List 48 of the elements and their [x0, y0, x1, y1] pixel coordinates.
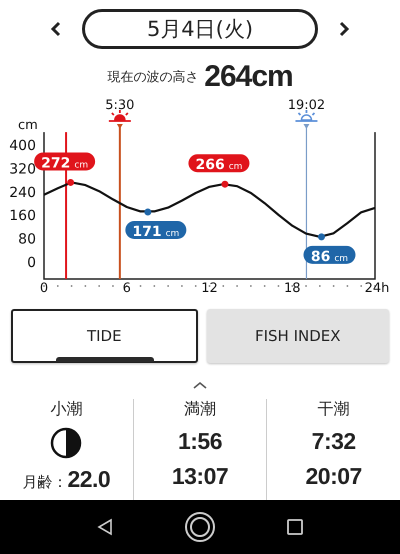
x-tick-label: 18 [284, 280, 301, 296]
y-tick-label: 320 [9, 161, 36, 178]
x-tick-label: 6 [122, 280, 131, 296]
previous-day-icon[interactable] [50, 21, 62, 37]
tide-point [318, 233, 325, 240]
tide-point [144, 208, 152, 216]
sunrise-icon [108, 109, 132, 122]
moon-phase-icon [49, 426, 84, 460]
tide-time: 20:07 [306, 463, 362, 490]
y-tick-label: 400 [9, 138, 36, 154]
next-day-icon[interactable] [338, 21, 350, 37]
x-tick-label: 12 [201, 280, 218, 296]
tide-time: 13:07 [172, 463, 228, 490]
tide-time: 1:56 [178, 428, 222, 455]
annotation: 272 cm [41, 155, 88, 172]
moon-age-value: 22.0 [67, 466, 110, 493]
y-tick-label: 0 [27, 255, 36, 271]
tide-point [221, 180, 228, 188]
x-tick-label: 0 [40, 280, 48, 296]
tide-height-badge: 86 cm [304, 246, 356, 265]
tab[interactable]: FISH INDEX [206, 309, 389, 363]
y-tick-label: 240 [9, 184, 36, 201]
column-title: 満潮 [184, 399, 216, 420]
y-tick-label: 80 [18, 232, 36, 248]
annotation: 86 cm [310, 248, 348, 265]
tide-height-badge: 266 cm [188, 154, 250, 174]
recent-apps-icon[interactable] [285, 517, 306, 537]
sunrise-time: 5:30 [105, 98, 134, 113]
tab[interactable]: TIDE [11, 309, 198, 363]
tide-point [67, 178, 74, 186]
wave-height-label: 現在の波の高さ [107, 69, 198, 86]
tide-height-badge: 272 cm [34, 152, 96, 172]
tide-time: 7:32 [312, 428, 356, 455]
column-title: 干潮 [318, 399, 350, 420]
annotation: 266 cm [195, 157, 242, 174]
wave-height-value: 264cm [204, 60, 293, 94]
y-tick-label: 160 [9, 208, 36, 224]
column-title: 小潮 [50, 399, 82, 420]
axis-unit: cm [18, 118, 38, 134]
tide-height-badge: 171 cm [125, 220, 186, 240]
expand-icon[interactable] [192, 381, 208, 389]
annotation: 171 cm [132, 224, 180, 240]
moon-age-label: 月齢： [22, 473, 68, 492]
sunset-time: 19:02 [288, 98, 326, 113]
home-icon[interactable] [184, 511, 216, 543]
date-selector[interactable]: 5月4日(火) [82, 9, 318, 49]
sunset-icon [294, 109, 318, 122]
x-tick-label: 24h [364, 280, 390, 296]
